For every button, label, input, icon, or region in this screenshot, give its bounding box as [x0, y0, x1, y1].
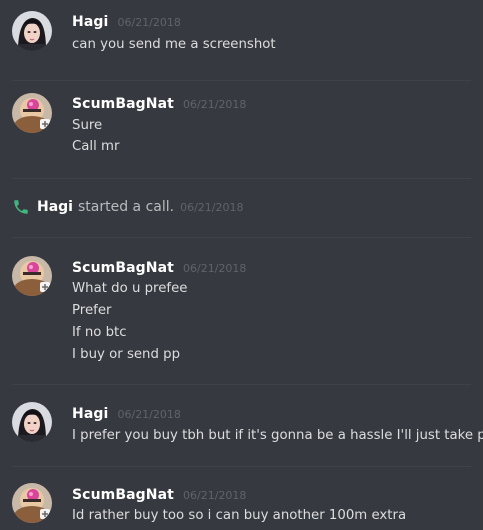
message-line: Id rather buy too so i can buy another 1… — [72, 508, 407, 523]
message-divider — [12, 466, 471, 467]
author-name[interactable]: ScumBagNat — [72, 260, 174, 276]
message-timestamp: 06/21/2018 — [117, 16, 181, 29]
author-name[interactable]: ScumBagNat — [72, 96, 174, 112]
message-line: Call mr — [72, 139, 120, 154]
message-header: ScumBagNat 06/21/2018 — [72, 257, 246, 277]
call-timestamp: 06/21/2018 — [180, 200, 244, 214]
message-timestamp: 06/21/2018 — [183, 262, 247, 275]
message-line: Sure — [72, 118, 103, 133]
message-line: If no btc — [72, 325, 127, 340]
message-divider — [12, 384, 471, 385]
message-divider — [12, 237, 471, 238]
message-line: I buy or send pp — [72, 347, 181, 362]
message-timestamp: 06/21/2018 — [183, 489, 247, 502]
message-timestamp: 06/21/2018 — [183, 98, 247, 111]
call-text: started a call. — [77, 199, 175, 215]
phone-icon — [12, 198, 30, 216]
message-header: Hagi 06/21/2018 — [72, 11, 181, 31]
message-divider — [12, 178, 471, 179]
author-name[interactable]: ScumBagNat — [72, 487, 174, 503]
message-timestamp: 06/21/2018 — [117, 408, 181, 421]
hagi-avatar[interactable] — [12, 402, 52, 442]
hagi-avatar[interactable] — [12, 11, 52, 51]
call-author-name[interactable]: Hagi — [37, 199, 73, 215]
message-divider — [12, 80, 471, 81]
message-line: can you send me a screenshot — [72, 37, 276, 52]
call-system-message: Hagi started a call. 06/21/2018 — [12, 196, 243, 218]
message-header: Hagi 06/21/2018 — [72, 403, 181, 423]
scumbagnat-avatar[interactable] — [12, 483, 52, 523]
message-line: Prefer — [72, 303, 112, 318]
author-name[interactable]: Hagi — [72, 406, 108, 422]
message-line: I prefer you buy tbh but if it's gonna b… — [72, 428, 483, 443]
chat-log: Hagi 06/21/2018 can you send me a screen… — [0, 0, 483, 530]
message-header: ScumBagNat 06/21/2018 — [72, 484, 246, 504]
message-line: What do u prefee — [72, 281, 188, 296]
message-header: ScumBagNat 06/21/2018 — [72, 93, 246, 113]
scumbagnat-avatar[interactable] — [12, 256, 52, 296]
author-name[interactable]: Hagi — [72, 14, 108, 30]
scumbagnat-avatar[interactable] — [12, 93, 52, 133]
